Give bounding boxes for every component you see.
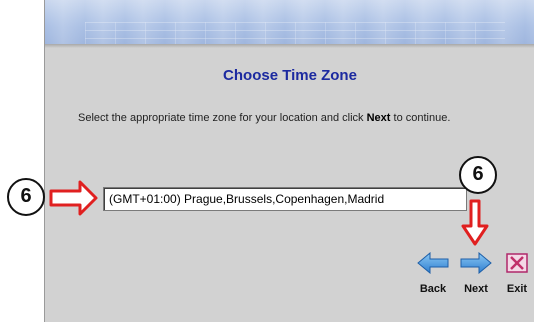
- callout-arrows: [49, 180, 489, 246]
- step-number-callout-right: 6: [459, 156, 497, 194]
- down-callout-arrow: [461, 199, 489, 246]
- left-callout-arrow: [49, 180, 98, 216]
- step-number-callout-left: 6: [7, 178, 45, 216]
